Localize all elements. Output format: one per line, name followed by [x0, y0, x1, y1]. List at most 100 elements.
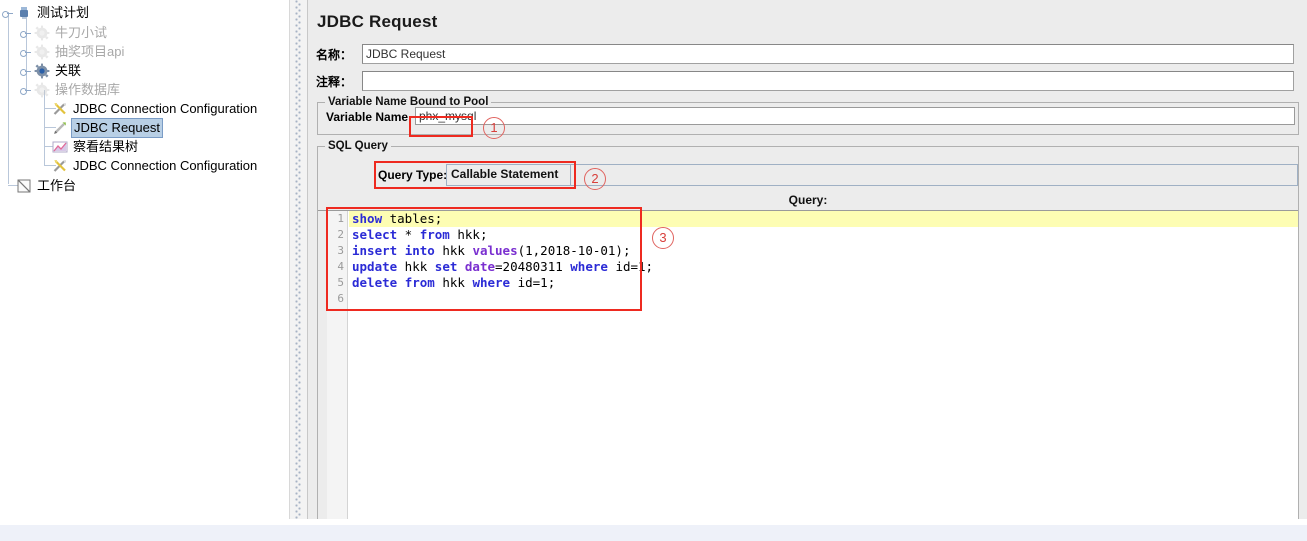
editor-line-number: 2: [337, 228, 344, 241]
config-element-icon: [52, 158, 68, 174]
editor-gutter: 1 2 3 4 5 6: [327, 211, 348, 519]
tree-node[interactable]: JDBC Request: [38, 118, 163, 138]
tree-node[interactable]: 关联: [20, 62, 83, 80]
annotation-marker: 1: [483, 117, 505, 139]
code-token: hkk: [434, 243, 473, 258]
comment-input[interactable]: [362, 71, 1294, 91]
thread-group-active-icon: [34, 63, 50, 79]
editor-code-line[interactable]: insert into hkk values(1,2018-10-01);: [349, 243, 1298, 259]
code-token: insert: [352, 243, 398, 258]
jdbc-request-panel: JDBC Request 名称： JDBC Request 注释： Variab…: [307, 0, 1307, 519]
code-token: where: [472, 275, 511, 290]
tree-node[interactable]: 牛刀小试: [20, 24, 109, 42]
tree-node-label[interactable]: 察看结果树: [71, 138, 140, 156]
code-token: set: [434, 259, 458, 274]
tree-node-label[interactable]: 测试计划: [35, 4, 91, 22]
tree-node[interactable]: 工作台: [2, 177, 78, 195]
tree-expand-handle[interactable]: [2, 7, 16, 19]
tree-node-label[interactable]: 牛刀小试: [53, 24, 109, 42]
name-row: 名称： JDBC Request: [316, 44, 1294, 64]
query-header-bar: Query:: [318, 192, 1298, 211]
tree-node-label[interactable]: 工作台: [35, 177, 78, 195]
code-token: =20480311: [495, 259, 571, 274]
code-token: date: [464, 259, 496, 274]
editor-line-number: 6: [337, 292, 344, 305]
query-type-combo[interactable]: Callable Statement: [446, 164, 571, 186]
editor-line-number: 5: [337, 276, 344, 289]
code-token: select: [352, 227, 398, 242]
code-token: where: [570, 259, 608, 274]
code-token: values: [472, 243, 518, 258]
sql-code-editor[interactable]: 123456 show tables; select * from hkk; ins…: [327, 211, 1298, 519]
split-pane-divider[interactable]: [289, 0, 308, 519]
editor-line-number: 3: [337, 244, 344, 257]
code-token: id=1;: [510, 275, 556, 290]
editor-line-number: 4: [337, 260, 344, 273]
thread-group-icon: [34, 25, 50, 41]
editor-code-line[interactable]: [349, 291, 1298, 307]
tree-node-label[interactable]: JDBC Connection Configuration: [71, 157, 259, 175]
code-token: *: [397, 227, 420, 242]
test-plan-icon: [16, 5, 32, 21]
divider-grip[interactable]: [295, 0, 301, 519]
sql-group-title: SQL Query: [325, 140, 391, 152]
code-token: tables;: [382, 211, 443, 226]
code-token: (1,2018-10-01);: [517, 243, 631, 258]
tree-node[interactable]: JDBC Connection Configuration: [38, 100, 259, 118]
code-token: from: [419, 227, 450, 242]
tree-node-label[interactable]: 抽奖项目api: [53, 43, 126, 61]
tree-connector-root: [8, 12, 9, 184]
workbench-icon: [16, 178, 32, 194]
annotation-marker: 2: [584, 168, 606, 190]
code-token: update: [352, 259, 398, 274]
tree-expand-handle[interactable]: [20, 27, 34, 39]
window-status-band: [0, 525, 1307, 541]
page-title: JDBC Request: [317, 12, 438, 31]
code-token: show: [352, 211, 383, 226]
editor-code-line[interactable]: delete from hkk where id=1;: [349, 275, 1298, 291]
code-token: from: [404, 275, 435, 290]
editor-code-line[interactable]: select * from hkk;: [349, 227, 1298, 243]
editor-code-line[interactable]: show tables;: [349, 211, 1298, 227]
code-token: hkk: [397, 259, 435, 274]
annotation-marker: 3: [652, 227, 674, 249]
editor-line-number: 1: [337, 212, 344, 225]
comment-row: 注释：: [316, 71, 1294, 91]
name-label: 名称：: [316, 47, 353, 62]
thread-group-icon: [34, 44, 50, 60]
view-results-tree-icon: [52, 139, 68, 155]
jdbc-request-icon: [52, 120, 68, 136]
tree-node-label[interactable]: JDBC Connection Configuration: [71, 100, 259, 118]
code-token: into: [404, 243, 435, 258]
code-token: hkk: [434, 275, 473, 290]
comment-label: 注释：: [316, 74, 353, 89]
tree-expand-handle[interactable]: [20, 84, 34, 96]
name-input[interactable]: JDBC Request: [362, 44, 1294, 64]
variable-name-input[interactable]: phx_mysql: [415, 107, 1295, 125]
tree-node[interactable]: 测试计划: [2, 4, 91, 22]
tree-node-label[interactable]: JDBC Request: [71, 118, 163, 138]
tree-node[interactable]: 抽奖项目api: [20, 43, 126, 61]
config-element-icon: [52, 101, 68, 117]
code-token: id=1;: [607, 259, 654, 274]
tree-node[interactable]: JDBC Connection Configuration: [38, 157, 259, 175]
tree-expand-handle[interactable]: [20, 65, 34, 77]
variable-name-label: Variable Name: [326, 110, 409, 124]
editor-code-line[interactable]: update hkk set date=20480311 where id=1;: [349, 259, 1298, 275]
variable-name-group: Variable Name Bound to Pool Variable Nam…: [317, 96, 1299, 135]
editor-code-area[interactable]: show tables; select * from hkk; insert int…: [349, 211, 1298, 307]
thread-group-icon: [34, 82, 50, 98]
tree-node[interactable]: 操作数据库: [20, 81, 122, 99]
tree-node-label[interactable]: 关联: [53, 62, 83, 80]
query-type-label: Query Type:: [378, 168, 448, 182]
code-token: hkk;: [449, 227, 488, 242]
query-type-track[interactable]: [571, 164, 1298, 186]
code-token: delete: [352, 275, 398, 290]
tree-node-label[interactable]: 操作数据库: [53, 81, 122, 99]
test-plan-tree[interactable]: 测试计划 牛刀小试 抽奖项目api 关联 操作数据库 JDBC Connection Co…: [0, 0, 288, 519]
tree-node[interactable]: 察看结果树: [38, 138, 140, 156]
tree-expand-handle[interactable]: [20, 46, 34, 58]
